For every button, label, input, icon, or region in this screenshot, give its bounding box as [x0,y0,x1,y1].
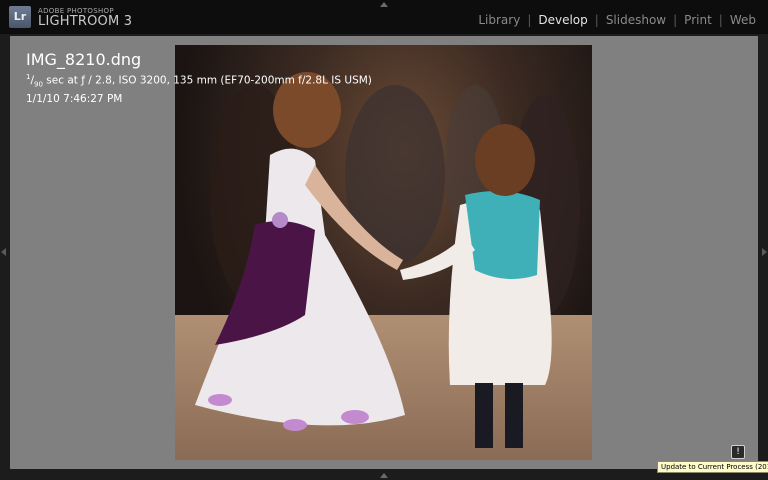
toggle-right-panel-icon[interactable] [762,248,767,256]
process-tooltip: Update to Current Process (2010) [657,461,768,473]
module-picker: Library | Develop | Slideshow | Print | … [478,13,756,27]
photo-info-overlay: IMG_8210.dng 1/90 sec at ƒ / 2.8, ISO 32… [26,50,372,106]
capture-datetime: 1/1/10 7:46:27 PM [26,92,123,105]
exposure-info: 1/90 sec at ƒ / 2.8, ISO 3200, 135 mm (E… [26,73,372,89]
module-library[interactable]: Library [478,13,520,27]
module-separator: | [673,13,678,27]
module-separator: | [594,13,599,27]
brand-title: LIGHTROOM 3 [38,14,133,29]
toggle-top-panel-icon[interactable] [380,2,388,7]
module-separator: | [527,13,532,27]
exclamation-icon[interactable]: ! [731,445,745,459]
module-web[interactable]: Web [730,13,756,27]
photo-preview[interactable] [175,45,592,460]
photo-illustration [195,72,580,448]
toggle-left-panel-icon[interactable] [1,248,6,256]
photo-filename: IMG_8210.dng [26,50,142,69]
module-print[interactable]: Print [684,13,712,27]
module-develop[interactable]: Develop [538,13,587,27]
toggle-filmstrip-icon[interactable] [380,473,388,478]
exposure-details: sec at ƒ / 2.8, ISO 3200, 135 mm (EF70-2… [42,74,372,87]
lightroom-logo: Lr [9,6,31,28]
shutter-numerator: 1 [26,73,31,81]
module-slideshow[interactable]: Slideshow [606,13,666,27]
shutter-denominator: 90 [34,80,43,89]
module-separator: | [718,13,723,27]
